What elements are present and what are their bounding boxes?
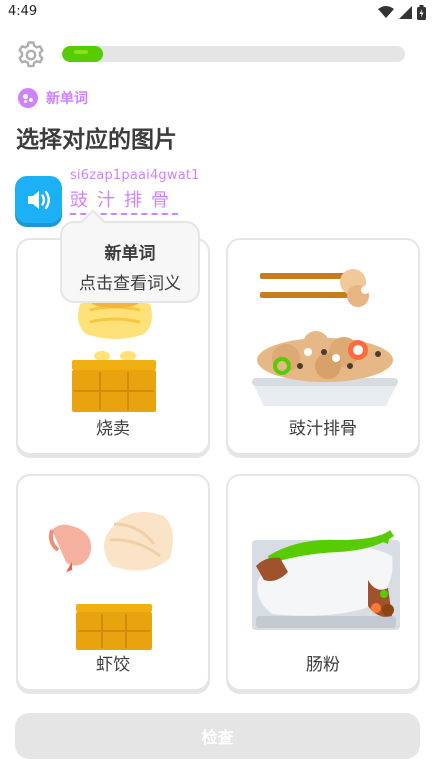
play-audio-button[interactable] [15, 176, 62, 223]
status-bar: 4:49 [0, 0, 436, 26]
choice-card-4[interactable]: 肠粉 [226, 474, 420, 691]
new-word-badge-icon [18, 88, 38, 108]
status-icons [378, 5, 426, 20]
lesson-progress-fill [62, 46, 104, 62]
choice-card-2[interactable]: 豉汁排骨 [226, 238, 420, 455]
choice-label-3: 虾饺 [96, 655, 130, 675]
lesson-progress-bar [62, 46, 405, 62]
check-button[interactable]: 检查 [15, 713, 420, 759]
new-word-badge: 新单词 [18, 88, 88, 108]
choice-label-2: 豉汁排骨 [289, 419, 357, 439]
tooltip-title: 新单词 [104, 244, 156, 264]
choice-label-4: 肠粉 [306, 655, 340, 675]
wifi-icon [378, 6, 394, 18]
speaker-icon [27, 190, 50, 209]
new-word-tooltip: 新单词 点击查看词义 [60, 221, 200, 303]
word-romanization: si6zap1paai4gwat1 [70, 168, 200, 183]
tooltip-body: 点击查看词义 [79, 274, 181, 294]
word-hanzi[interactable]: 豉汁排骨 [70, 186, 178, 215]
new-word-badge-label: 新单词 [46, 91, 88, 107]
settings-gear-icon[interactable] [16, 40, 46, 70]
choice-label-1: 烧卖 [96, 419, 130, 439]
status-time: 4:49 [8, 4, 38, 19]
signal-icon [399, 6, 412, 19]
prompt-title: 选择对应的图片 [16, 127, 177, 153]
battery-icon [417, 5, 426, 20]
choice-card-3[interactable]: 虾饺 [16, 474, 210, 691]
